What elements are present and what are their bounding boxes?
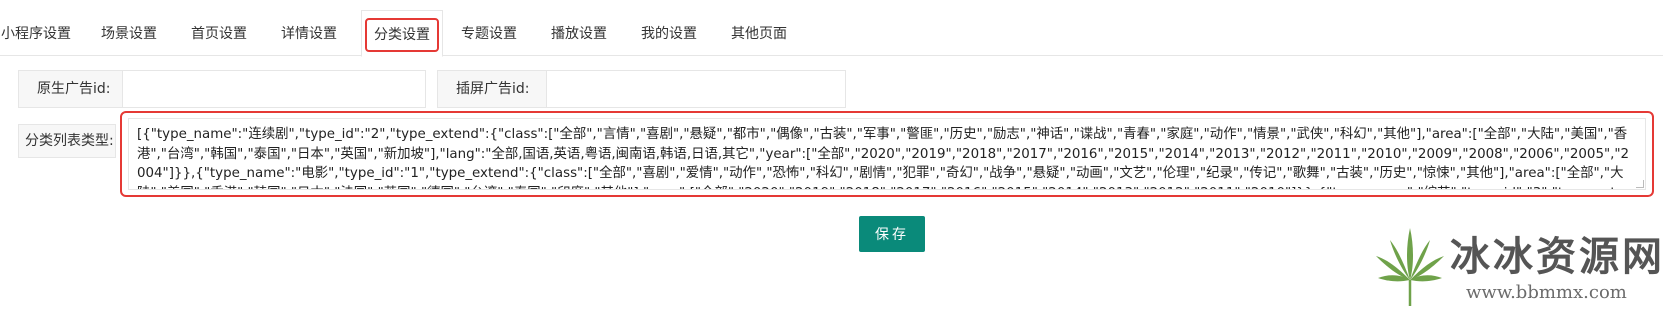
tab-label: 专题设置 <box>461 26 517 42</box>
interstitial-ad-input[interactable] <box>547 71 845 107</box>
tab-label: 详情设置 <box>281 26 337 42</box>
settings-tabs: 小程序设置 场景设置 首页设置 详情设置 分类设置 专题设置 播放设置 我的设置… <box>0 10 1663 57</box>
tab-home-settings[interactable]: 首页设置 <box>190 12 248 56</box>
category-list-label: 分类列表类型: <box>18 124 116 158</box>
category-list-textarea[interactable]: [{"type_name":"连续剧","type_id":"2","type_… <box>128 118 1646 190</box>
tab-playback-settings[interactable]: 播放设置 <box>550 12 608 56</box>
watermark: 冰冰资源网 www.bbmmx.com <box>1370 222 1663 314</box>
tab-label: 分类设置 <box>365 18 439 52</box>
tab-label: 场景设置 <box>101 26 157 42</box>
leaf-logo-icon <box>1376 228 1444 306</box>
tab-label: 小程序设置 <box>1 26 71 42</box>
tab-mini-program-settings[interactable]: 小程序设置 <box>0 12 72 56</box>
tab-category-settings[interactable]: 分类设置 <box>361 10 443 57</box>
watermark-url: www.bbmmx.com <box>1466 282 1627 303</box>
category-list-highlight: [{"type_name":"连续剧","type_id":"2","type_… <box>120 111 1654 197</box>
tab-my-settings[interactable]: 我的设置 <box>640 12 698 56</box>
interstitial-ad-label: 插屏广告id: <box>438 71 547 107</box>
native-ad-input[interactable] <box>123 71 425 107</box>
tab-detail-settings[interactable]: 详情设置 <box>280 12 338 56</box>
native-ad-field: 原生广告id: <box>18 70 426 108</box>
save-button[interactable]: 保存 <box>859 216 925 252</box>
watermark-title: 冰冰资源网 <box>1450 233 1663 280</box>
tab-label: 我的设置 <box>641 26 697 42</box>
native-ad-label: 原生广告id: <box>19 71 123 107</box>
tab-other-pages[interactable]: 其他页面 <box>730 12 788 56</box>
tab-label: 播放设置 <box>551 26 607 42</box>
tab-topic-settings[interactable]: 专题设置 <box>460 12 518 56</box>
category-list-json-text: [{"type_name":"连续剧","type_id":"2","type_… <box>137 127 1632 189</box>
tab-label: 其他页面 <box>731 26 787 42</box>
interstitial-ad-field: 插屏广告id: <box>437 70 846 108</box>
resize-handle-icon[interactable] <box>1636 180 1644 188</box>
tab-label: 首页设置 <box>191 26 247 42</box>
tab-scene-settings[interactable]: 场景设置 <box>100 12 158 56</box>
